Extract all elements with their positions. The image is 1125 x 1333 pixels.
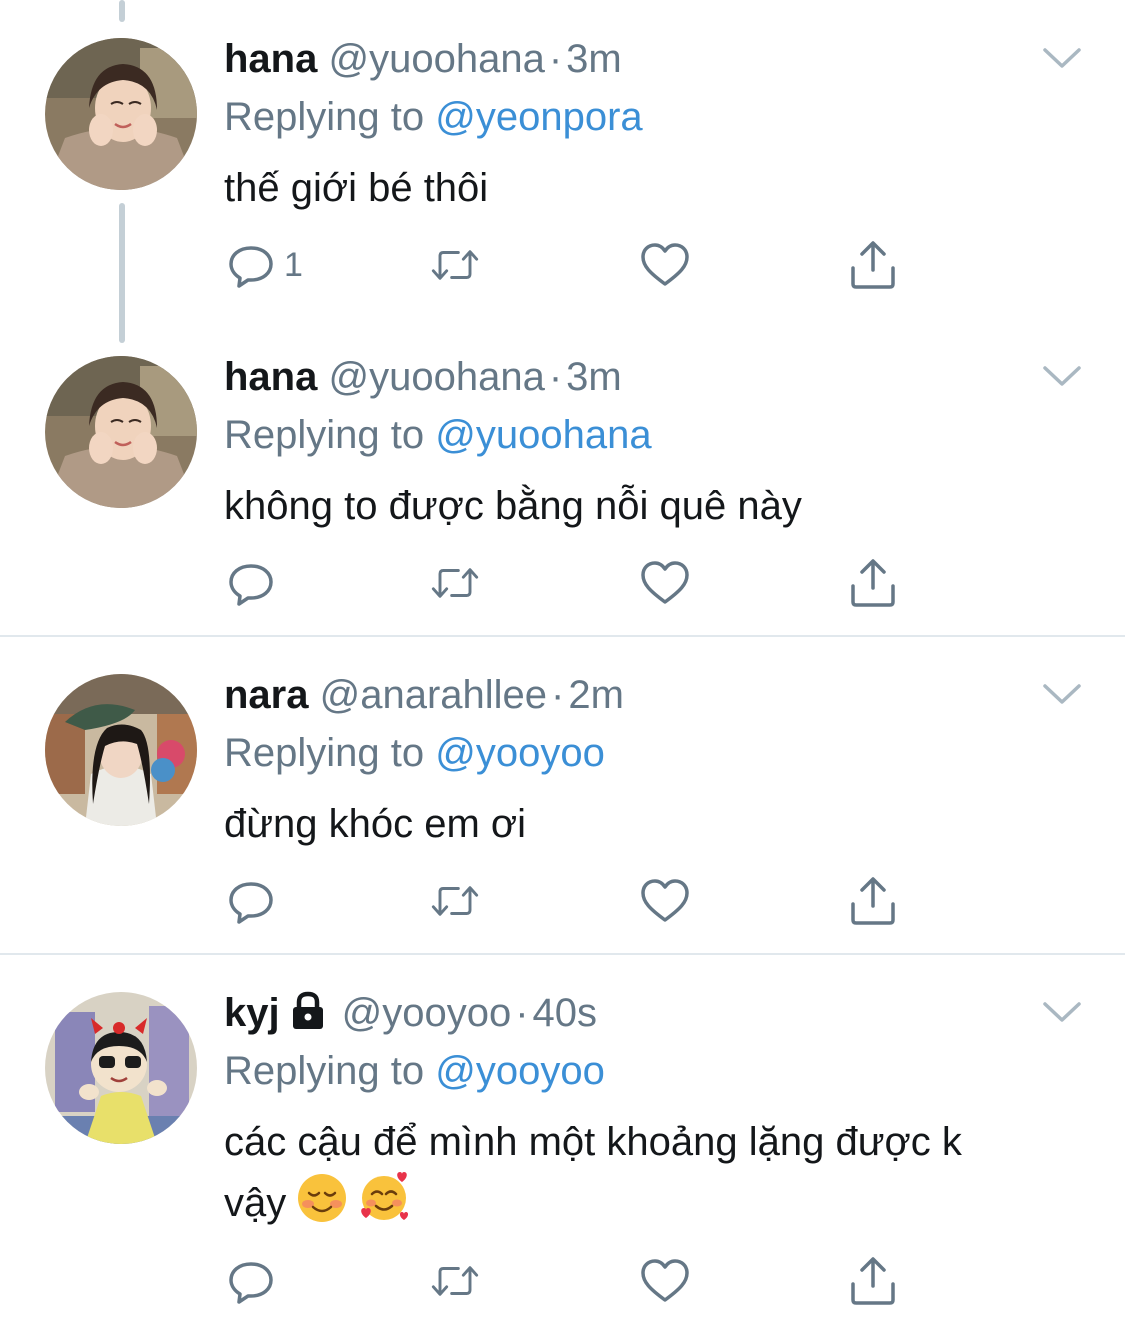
tweet-text-line: các cậu để mình một khoảng lặng được k xyxy=(224,1120,962,1164)
display-name[interactable]: kyj xyxy=(224,991,280,1035)
replying-to: Replying to @yuoohana xyxy=(224,410,652,460)
smiling-face-emoji xyxy=(298,1174,347,1222)
heart-icon xyxy=(641,1259,689,1302)
replying-to-label: Replying to xyxy=(224,95,425,139)
reply-count: 1 xyxy=(284,245,303,284)
username[interactable]: @yooyoo xyxy=(342,991,512,1035)
share-icon xyxy=(851,241,895,289)
tweet[interactable]: kyj @yooyoo · 40s Replying to @yooyoo các c… xyxy=(0,954,1125,1333)
tweet[interactable]: nara @anarahllee · 2m Replying to @yooyoo … xyxy=(0,636,1125,954)
replying-to-label: Replying to xyxy=(224,731,425,775)
tweet-text-line: vậy xyxy=(224,1172,1084,1233)
action-bar xyxy=(226,558,926,608)
reply-feed: hana @yuoohana · 3m Replying to @yeonpora … xyxy=(0,0,1125,1333)
chevron-down-icon[interactable] xyxy=(1042,680,1082,708)
replying-to: Replying to @yooyoo xyxy=(224,728,605,778)
separator-dot: · xyxy=(551,673,565,717)
share-icon xyxy=(851,877,895,925)
share-button[interactable] xyxy=(848,876,898,926)
tweet[interactable]: hana @yuoohana · 3m Replying to @yeonpora … xyxy=(0,0,1125,320)
display-name[interactable]: hana xyxy=(224,355,317,399)
separator-dot: · xyxy=(548,355,563,399)
like-button[interactable] xyxy=(640,876,690,926)
retweet-button[interactable] xyxy=(430,558,480,608)
timestamp[interactable]: 40s xyxy=(533,991,598,1035)
tweet-header: hana @yuoohana · 3m xyxy=(224,352,622,402)
share-icon xyxy=(851,1257,895,1305)
reply-button[interactable] xyxy=(226,1256,284,1306)
tweet-text: không to được bằng nỗi quê này xyxy=(224,476,1084,536)
share-button[interactable] xyxy=(848,558,898,608)
heart-icon xyxy=(641,561,689,604)
timestamp[interactable]: 3m xyxy=(566,37,622,81)
timestamp[interactable]: 3m xyxy=(566,355,622,399)
reply-button[interactable] xyxy=(226,876,284,926)
tweet-header: nara @anarahllee · 2m xyxy=(224,670,624,720)
retweet-button[interactable] xyxy=(430,876,480,926)
username[interactable]: @yuoohana xyxy=(328,37,544,81)
heart-icon xyxy=(641,879,689,922)
tweet-text-line: không to được bằng nỗi quê này xyxy=(224,484,802,528)
smiling-face-with-hearts-emoji xyxy=(361,1172,409,1220)
like-button[interactable] xyxy=(640,558,690,608)
reply-icon xyxy=(229,882,273,924)
retweet-button[interactable] xyxy=(430,240,480,290)
tweet-header: hana @yuoohana · 3m xyxy=(224,34,622,84)
replying-to: Replying to @yeonpora xyxy=(224,92,643,142)
action-bar xyxy=(226,876,926,926)
chevron-down-icon[interactable] xyxy=(1042,998,1082,1026)
tweet-text: các cậu để mình một khoảng lặng được k v… xyxy=(224,1112,1084,1233)
heart-icon xyxy=(641,243,689,286)
timestamp[interactable]: 2m xyxy=(568,673,624,717)
lock-icon xyxy=(292,991,323,1029)
tweet-text: đừng khóc em ơi xyxy=(224,794,1084,854)
tweet-header: kyj @yooyoo · 40s xyxy=(224,988,597,1038)
retweet-button[interactable] xyxy=(430,1256,480,1306)
reply-icon xyxy=(229,1262,273,1304)
replying-to: Replying to @yooyoo xyxy=(224,1046,605,1096)
tweet-text-word: vậy xyxy=(224,1181,287,1225)
action-bar xyxy=(226,1256,926,1306)
retweet-icon xyxy=(431,886,479,916)
retweet-icon xyxy=(431,568,479,598)
tweet-text-line: thế giới bé thôi xyxy=(224,166,489,210)
mention-link[interactable]: @yooyoo xyxy=(435,731,605,775)
username[interactable]: @yuoohana xyxy=(328,355,544,399)
retweet-icon xyxy=(431,1266,479,1296)
reply-button[interactable]: 1 xyxy=(226,240,303,290)
like-button[interactable] xyxy=(640,240,690,290)
reply-button[interactable] xyxy=(226,558,284,608)
share-button[interactable] xyxy=(848,240,898,290)
reply-icon xyxy=(229,246,273,288)
avatar[interactable] xyxy=(45,992,197,1144)
share-button[interactable] xyxy=(848,1256,898,1306)
chevron-down-icon[interactable] xyxy=(1042,44,1082,72)
mention-link[interactable]: @yeonpora xyxy=(435,95,642,139)
avatar[interactable] xyxy=(45,356,197,508)
avatar[interactable] xyxy=(45,38,197,190)
like-button[interactable] xyxy=(640,1256,690,1306)
mention-link[interactable]: @yuoohana xyxy=(435,413,651,457)
avatar[interactable] xyxy=(45,674,197,826)
username[interactable]: @anarahllee xyxy=(320,673,547,717)
display-name[interactable]: nara xyxy=(224,673,309,717)
replying-to-label: Replying to xyxy=(224,1049,425,1093)
reply-icon xyxy=(229,564,273,606)
chevron-down-icon[interactable] xyxy=(1042,362,1082,390)
separator-dot: · xyxy=(515,991,529,1035)
action-bar: 1 xyxy=(226,240,926,290)
retweet-icon xyxy=(431,250,479,280)
display-name[interactable]: hana xyxy=(224,37,317,81)
tweet-text-line: đừng khóc em ơi xyxy=(224,802,527,846)
mention-link[interactable]: @yooyoo xyxy=(435,1049,605,1093)
tweet[interactable]: hana @yuoohana · 3m Replying to @yuoohana … xyxy=(0,318,1125,636)
share-icon xyxy=(851,559,895,607)
separator-dot: · xyxy=(548,37,563,81)
tweet-text: thế giới bé thôi xyxy=(224,158,1084,218)
replying-to-label: Replying to xyxy=(224,413,425,457)
